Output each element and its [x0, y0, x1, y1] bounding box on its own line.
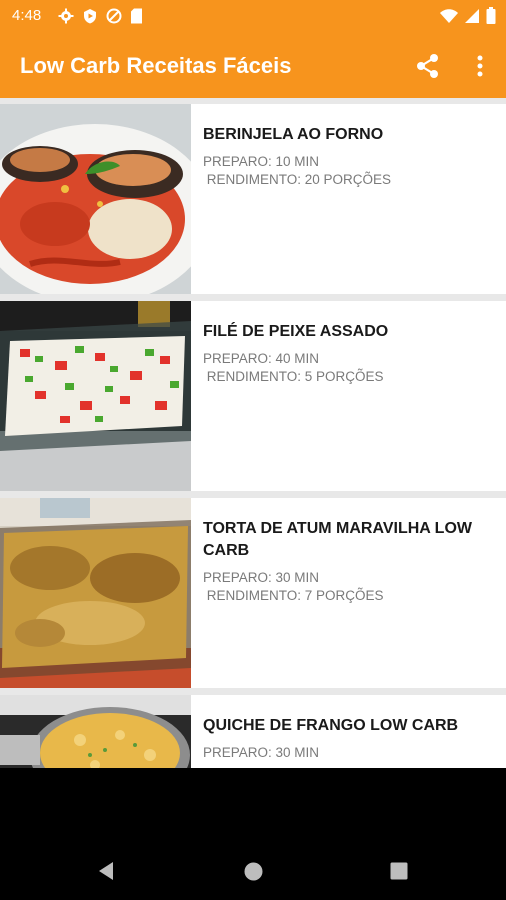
recipe-preparo: PREPARO: 40 MIN [203, 351, 320, 366]
nav-back-icon[interactable] [97, 861, 115, 881]
signal-icon [465, 8, 479, 23]
recipe-rendimento: RENDIMENTO: 7 PORÇÕES [203, 588, 384, 603]
recipe-title: FILÉ DE PEIXE ASSADO [203, 323, 389, 340]
status-time: 4:48 [12, 7, 42, 24]
status-bar: 4:48 [0, 0, 506, 32]
app-title: Low Carb Receitas Fáceis [20, 53, 292, 78]
share-icon[interactable] [414, 52, 442, 80]
wifi-icon [440, 8, 458, 23]
recipe-card-quiche[interactable]: QUICHE DE FRANGO LOW CARB PREPARO: 30 MI… [0, 695, 506, 768]
recipe-title: BERINJELA AO FORNO [203, 126, 384, 143]
nav-recents-icon[interactable] [390, 862, 408, 880]
recipe-card-torta-atum[interactable]: TORTA DE ATUM MARAVILHA LOW CARB PREPARO… [0, 498, 506, 688]
recipe-list[interactable]: BERINJELA AO FORNO PREPARO: 10 MIN RENDI… [0, 98, 506, 768]
no-disturb-icon [106, 8, 122, 24]
recipe-card-berinjela[interactable]: BERINJELA AO FORNO PREPARO: 10 MIN RENDI… [0, 104, 506, 294]
navigation-bar [0, 820, 506, 900]
nav-home-icon[interactable] [244, 862, 263, 881]
recipe-title: TORTA DE ATUM MARAVILHA LOW CARB [203, 520, 472, 559]
play-protect-icon [84, 9, 96, 24]
app-bar: Low Carb Receitas Fáceis [0, 32, 506, 98]
sd-card-icon [131, 8, 142, 24]
recipe-image-torta-atum [0, 498, 191, 688]
recipe-preparo: PREPARO: 30 MIN [203, 745, 320, 760]
recipe-rendimento: RENDIMENTO: 20 PORÇÕES [203, 172, 392, 187]
recipe-card-peixe[interactable]: FILÉ DE PEIXE ASSADO PREPARO: 40 MIN REN… [0, 301, 506, 491]
battery-icon [486, 7, 496, 24]
recipe-title: QUICHE DE FRANGO LOW CARB [203, 717, 459, 734]
more-vert-icon[interactable] [470, 52, 490, 80]
settings-icon [58, 8, 74, 24]
recipe-image-peixe [0, 301, 191, 491]
recipe-rendimento: RENDIMENTO: 5 PORÇÕES [203, 369, 384, 384]
recipe-preparo: PREPARO: 30 MIN [203, 570, 320, 585]
recipe-preparo: PREPARO: 10 MIN [203, 154, 320, 169]
recipe-image-quiche [0, 695, 191, 768]
recipe-image-berinjela [0, 104, 191, 294]
